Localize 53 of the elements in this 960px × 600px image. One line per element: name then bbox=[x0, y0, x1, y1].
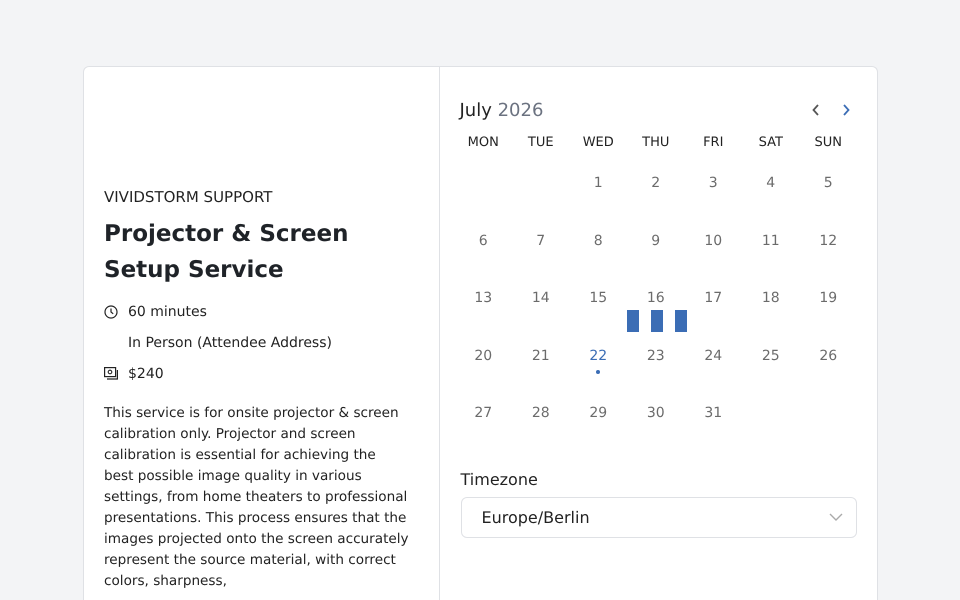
weekday-label: TUE bbox=[526, 134, 555, 152]
calendar-day[interactable]: 6 bbox=[476, 232, 490, 250]
calendar-day[interactable]: 26 bbox=[817, 346, 840, 364]
event-description: This service is for onsite projector & screen calibration only. Projector and screen calibration is essential for achieving the best possible image quality in various settings, from home theaters to professional presentations. This process ensures that the images projected onto the screen accurately represent the source material, with correct colors, sharpness, bbox=[104, 404, 409, 591]
calendar-day[interactable]: 21 bbox=[530, 346, 552, 364]
timezone-label: Timezone bbox=[460, 470, 539, 488]
calendar-day[interactable]: 4 bbox=[764, 174, 778, 192]
calendar-day[interactable]: 29 bbox=[587, 404, 610, 422]
calendar-day[interactable]: 28 bbox=[530, 404, 552, 422]
calendar-day[interactable]: 19 bbox=[817, 289, 840, 307]
calendar-day[interactable]: 23 bbox=[644, 346, 667, 364]
calendar-day[interactable]: 18 bbox=[760, 289, 782, 307]
calendar-day[interactable]: 1 bbox=[592, 174, 605, 192]
calendar-day[interactable]: 31 bbox=[702, 404, 724, 422]
weekday-label: SAT bbox=[758, 134, 784, 152]
calendar-day[interactable]: 16 bbox=[644, 289, 667, 307]
calendar-day[interactable]: 11 bbox=[760, 232, 782, 250]
calendar-day[interactable]: 9 bbox=[649, 232, 662, 250]
timezone-select[interactable]: Europe/Berlin bbox=[460, 496, 857, 538]
banknote-icon bbox=[104, 367, 118, 380]
today-dot bbox=[596, 370, 600, 374]
event-title: Projector & Screen Setup Service bbox=[104, 220, 350, 285]
calendar-day[interactable]: 27 bbox=[472, 404, 494, 422]
calendar-day[interactable]: 8 bbox=[592, 232, 605, 250]
calendar-day[interactable]: 13 bbox=[472, 289, 494, 307]
event-detail: In Person (Attendee Address) bbox=[128, 334, 332, 350]
chevron-left-icon bbox=[811, 103, 821, 117]
calendar-day[interactable]: 14 bbox=[530, 289, 552, 307]
calendar-day[interactable]: 12 bbox=[817, 232, 840, 250]
chevron-down-icon bbox=[829, 513, 843, 521]
calendar-day[interactable]: 5 bbox=[822, 174, 835, 192]
chevron-right-icon bbox=[841, 103, 851, 117]
event-detail: $240 bbox=[128, 366, 164, 382]
event-detail: 60 minutes bbox=[128, 304, 207, 320]
clock-icon bbox=[104, 304, 118, 318]
calendar-day[interactable]: 15 bbox=[587, 289, 610, 307]
calendar-day[interactable]: 24 bbox=[702, 346, 724, 364]
month-title: July 2026 bbox=[460, 100, 544, 120]
calendar-day[interactable]: 3 bbox=[706, 174, 720, 192]
weekday-label: THU bbox=[641, 134, 670, 152]
calendar-day[interactable]: 30 bbox=[644, 404, 667, 422]
weekday-label: MON bbox=[466, 134, 500, 152]
calendar-day[interactable]: 20 bbox=[472, 346, 494, 364]
calendar-day[interactable]: 25 bbox=[760, 346, 782, 364]
weekday-label: WED bbox=[582, 134, 615, 152]
calendar-day[interactable]: 22 bbox=[587, 346, 610, 364]
calendar-day[interactable]: 10 bbox=[702, 232, 724, 250]
weekday-label: SUN bbox=[814, 134, 843, 152]
weekday-label: FRI bbox=[702, 134, 724, 152]
organizer-name: VIVIDSTORM SUPPORT bbox=[104, 188, 274, 206]
calendar-day[interactable]: 2 bbox=[649, 174, 662, 192]
calendar-day[interactable]: 7 bbox=[534, 232, 548, 250]
calendar-day[interactable]: 17 bbox=[702, 289, 724, 307]
